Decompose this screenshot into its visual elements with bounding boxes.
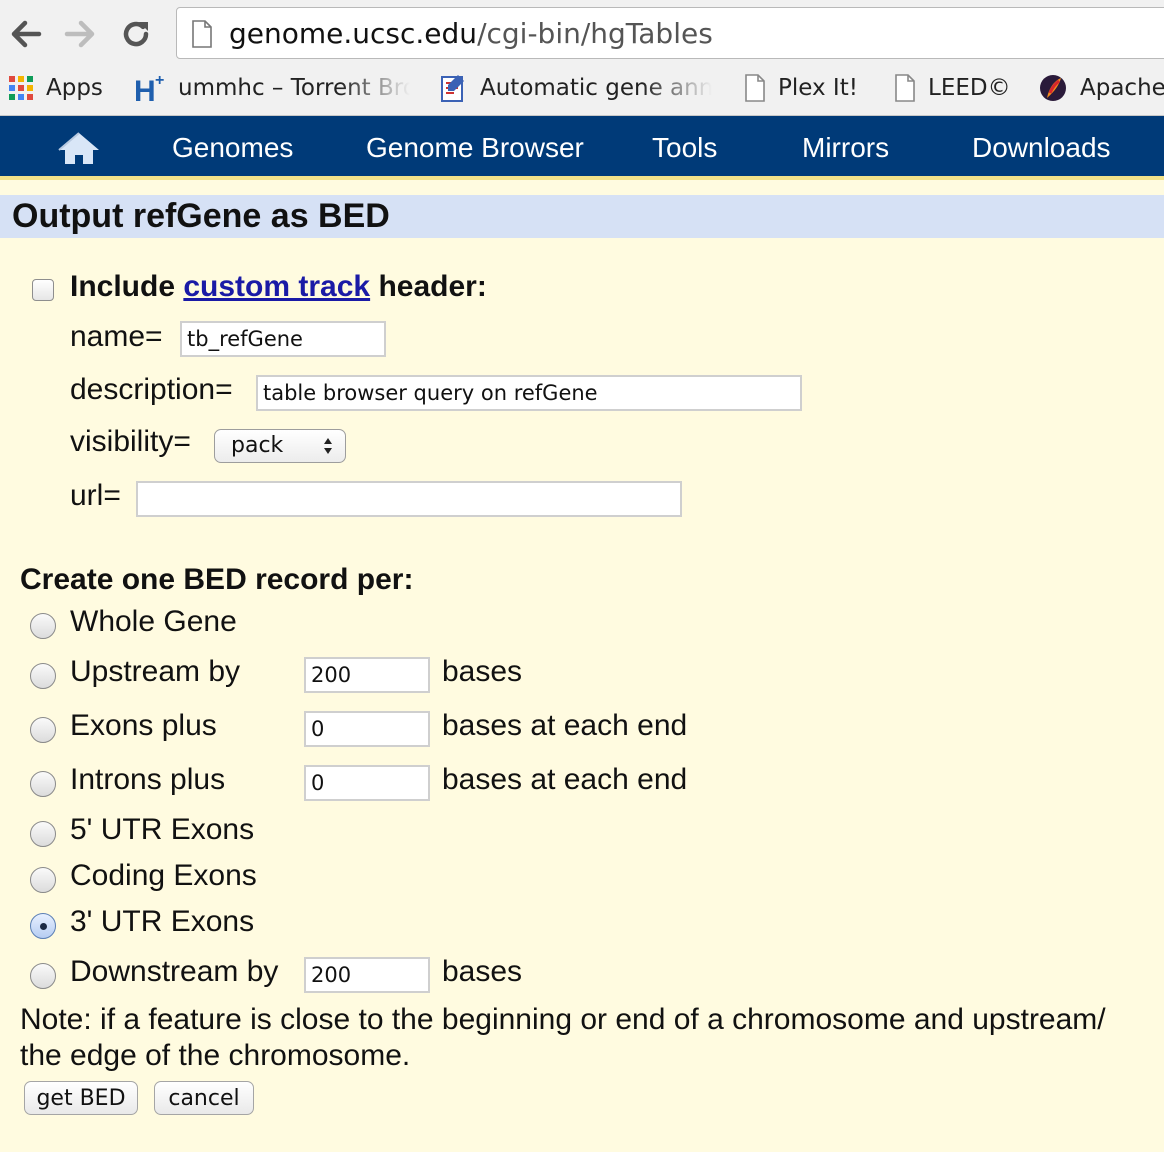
radio-5utr-exons[interactable] — [30, 821, 56, 847]
select-arrows-icon — [324, 438, 332, 454]
visibility-label: visibility= — [70, 425, 191, 458]
bookmark-label: Apache — [1080, 75, 1164, 101]
nav-genome-browser[interactable]: Genome Browser — [366, 116, 584, 180]
radio-whole-gene[interactable] — [30, 613, 56, 639]
description-label: description= — [70, 373, 233, 406]
include-header-checkbox[interactable] — [32, 279, 54, 301]
option-label-exons-plus: Exons plus — [70, 709, 217, 742]
nav-mirrors[interactable]: Mirrors — [802, 116, 889, 180]
description-input[interactable] — [256, 375, 802, 411]
address-bar[interactable]: genome.ucsc.edu/cgi-bin/hgTables — [176, 7, 1164, 59]
radio-coding-exons[interactable] — [30, 867, 56, 893]
page-title: Output refGene as BED — [12, 197, 390, 235]
bookmark-leed[interactable]: LEED© — [894, 66, 1011, 110]
page-icon — [192, 20, 212, 48]
nav-genomes[interactable]: Genomes — [172, 116, 293, 180]
radio-introns-plus[interactable] — [30, 771, 56, 797]
bookmark-label: Plex It! — [778, 75, 858, 101]
upstream-bases-input[interactable] — [304, 657, 430, 693]
radio-3utr-exons[interactable] — [30, 913, 56, 939]
downstream-suffix: bases — [442, 955, 523, 988]
bookmark-apache[interactable]: Apache — [1038, 66, 1164, 110]
get-bed-button[interactable]: get BED — [24, 1081, 138, 1115]
visibility-select[interactable]: pack — [214, 429, 346, 463]
bookmark-label: ummhc – Torrent Bro — [178, 75, 410, 101]
nav-downloads[interactable]: Downloads — [972, 116, 1111, 180]
exons-plus-input[interactable] — [304, 711, 430, 747]
introns-plus-input[interactable] — [304, 765, 430, 801]
forward-button[interactable] — [60, 14, 100, 54]
bookmark-ummhc[interactable]: H + ummhc – Torrent Bro — [134, 66, 410, 110]
option-label-whole-gene: Whole Gene — [70, 605, 237, 638]
include-suffix: header: — [378, 270, 487, 303]
bookmarks-bar: Apps H + ummhc – Torrent Bro Automatic ge… — [0, 66, 1164, 110]
downstream-bases-input[interactable] — [304, 957, 430, 993]
option-label-5utr-exons: 5' UTR Exons — [70, 813, 255, 846]
radio-exons-plus[interactable] — [30, 717, 56, 743]
upstream-suffix: bases — [442, 655, 523, 688]
bookmark-automatic-gene[interactable]: Automatic gene anno — [438, 66, 712, 110]
forward-arrow-icon — [64, 20, 95, 48]
url-host: genome.ucsc.edu — [229, 17, 478, 50]
site-navigation: Genomes Genome Browser Tools Mirrors Dow… — [0, 116, 1164, 180]
apps-grid-icon — [8, 75, 34, 101]
note-line-2: the edge of the chromosome. — [20, 1039, 411, 1072]
bed-record-heading: Create one BED record per: — [20, 563, 414, 596]
option-label-introns-plus: Introns plus — [70, 763, 226, 796]
introns-plus-suffix: bases at each end — [442, 763, 688, 796]
back-button[interactable] — [6, 14, 46, 54]
page-title-bar: Output refGene as BED — [0, 195, 1164, 238]
document-edit-icon — [438, 73, 468, 103]
bookmark-label: Automatic gene anno — [480, 75, 712, 101]
include-prefix: Include — [70, 270, 176, 303]
option-label-coding-exons: Coding Exons — [70, 859, 257, 892]
back-arrow-icon — [11, 20, 42, 48]
bookmark-label: LEED© — [928, 75, 1011, 101]
browser-chrome: genome.ucsc.edu/cgi-bin/hgTables Apps H +… — [0, 0, 1164, 116]
apache-feather-icon — [1038, 73, 1068, 103]
bookmark-plex-it[interactable]: Plex It! — [744, 66, 858, 110]
url-label: url= — [70, 479, 121, 512]
svg-text:H: H — [134, 75, 156, 103]
url-input[interactable] — [136, 481, 682, 517]
option-label-3utr-exons: 3' UTR Exons — [70, 905, 255, 938]
h-plus-icon: H + — [134, 73, 166, 103]
reload-icon — [123, 21, 149, 47]
note-line-1: Note: if a feature is close to the begin… — [20, 1003, 1106, 1036]
bookmark-apps[interactable]: Apps — [8, 66, 103, 110]
radio-downstream[interactable] — [30, 963, 56, 989]
exons-plus-suffix: bases at each end — [442, 709, 688, 742]
reload-button[interactable] — [116, 14, 156, 54]
name-label: name= — [70, 320, 163, 353]
nav-tools[interactable]: Tools — [652, 116, 717, 180]
radio-upstream[interactable] — [30, 663, 56, 689]
bookmark-label: Apps — [46, 75, 103, 101]
svg-text:+: + — [155, 73, 164, 89]
option-label-downstream: Downstream by — [70, 955, 279, 988]
home-icon[interactable] — [56, 130, 102, 171]
visibility-selected-value: pack — [231, 433, 284, 458]
option-label-upstream: Upstream by — [70, 655, 241, 688]
url-path: /cgi-bin/hgTables — [477, 17, 713, 50]
custom-track-link[interactable]: custom track — [183, 270, 370, 303]
cancel-button[interactable]: cancel — [154, 1081, 254, 1115]
include-header-label: Include custom track header: — [70, 270, 487, 304]
page-icon — [744, 74, 766, 102]
page-icon — [894, 74, 916, 102]
name-input[interactable] — [180, 321, 386, 357]
